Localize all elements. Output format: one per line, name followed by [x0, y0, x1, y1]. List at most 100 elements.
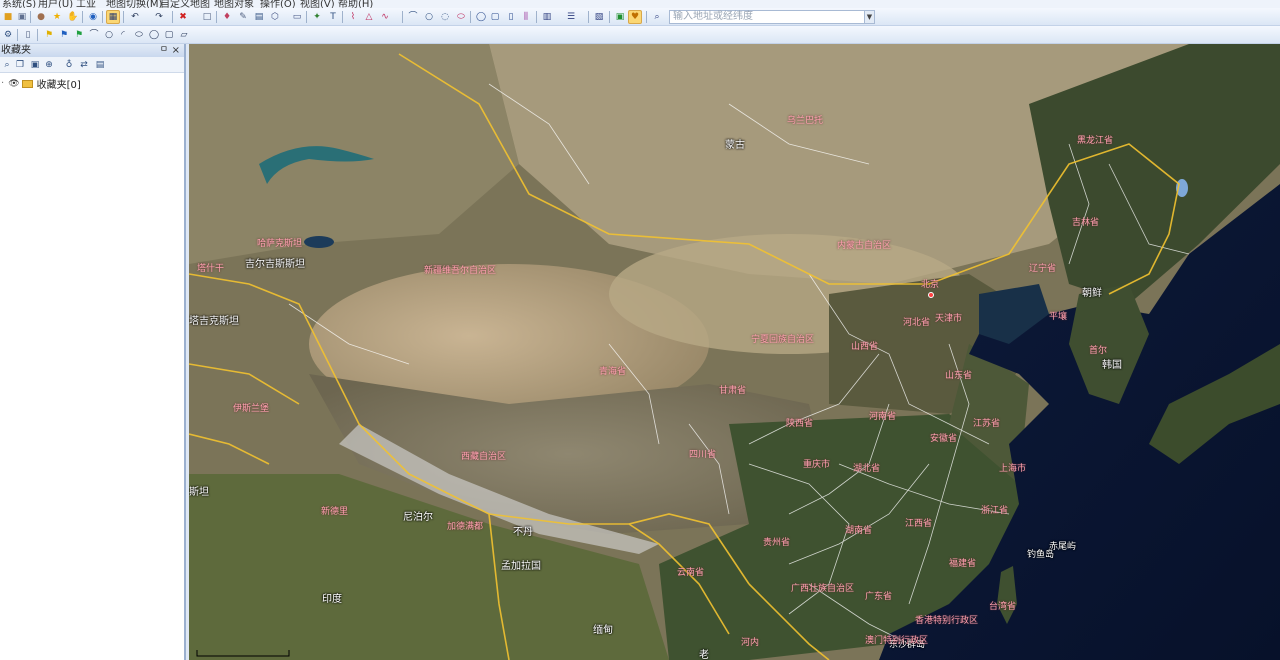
folder-icon — [21, 79, 33, 88]
flag-blue-icon[interactable]: ⚑ — [57, 28, 71, 42]
marker-icon[interactable]: ♦ — [220, 10, 234, 24]
polyline-icon[interactable]: ⌇ — [346, 10, 360, 24]
hand-icon[interactable]: ✋ — [66, 10, 80, 24]
menu-map-object[interactable]: 地图对象 — [214, 0, 254, 8]
layers-icon[interactable]: ▧ — [592, 10, 606, 24]
map-label-region: 福建省 — [949, 559, 977, 569]
map-label-region: 广东省 — [865, 592, 893, 602]
menu-custom-map[interactable]: 自定义地图 — [160, 0, 210, 8]
map-label-region: 湖南省 — [845, 526, 873, 536]
square-icon[interactable]: ▢ — [488, 10, 502, 24]
location-icon[interactable]: ♁ — [63, 59, 75, 71]
map-label-region: 上海市 — [999, 464, 1027, 474]
export-icon[interactable]: ▤ — [94, 59, 106, 71]
map-label-region: 江苏省 — [973, 419, 1001, 429]
arc-icon[interactable]: ⌒ — [406, 10, 420, 24]
favorites-panel: 收藏夹 ㅁ × ⌕ ❐ ▣ ⊕ ♁ ⇄ ▤ · 👁 收藏夹[0] — [0, 44, 186, 660]
camera-icon[interactable]: ▭ — [290, 10, 304, 24]
menu-industry[interactable]: 工业 — [76, 0, 96, 8]
copy-icon[interactable]: ❐ — [14, 59, 26, 71]
rect-icon[interactable]: □ — [200, 10, 214, 24]
map-label-region: 吉林省 — [1072, 218, 1100, 228]
hexagon-icon[interactable]: ⬡ — [268, 10, 282, 24]
square2-icon[interactable]: ▢ — [162, 28, 176, 42]
menu-view[interactable]: 视图(V) — [300, 0, 335, 8]
ellipse2-icon[interactable]: ⬭ — [132, 28, 146, 42]
search-icon[interactable]: ⌕ — [650, 10, 664, 24]
map-label-region: 新德里 — [321, 507, 349, 517]
menu-operation[interactable]: 操作(O) — [260, 0, 296, 8]
tree-expander-icon[interactable]: · — [1, 78, 4, 89]
map-label-region: 河内 — [741, 638, 760, 648]
columns-icon[interactable]: ⫼ — [519, 10, 533, 24]
gear-icon[interactable]: ⚙ — [1, 28, 15, 42]
doc2-icon[interactable]: ▱ — [177, 28, 191, 42]
pencil-icon[interactable]: ✎ — [236, 10, 250, 24]
grid-icon[interactable]: ▦ — [106, 10, 120, 24]
triangle-icon[interactable]: △ — [362, 10, 376, 24]
line-icon[interactable]: ⌒ — [87, 28, 101, 42]
chat-icon[interactable]: ▣ — [613, 10, 627, 24]
save-icon[interactable]: ▣ — [15, 10, 29, 24]
map-label-region: 香港特别行政区 — [915, 616, 979, 626]
menu-map-switch[interactable]: 地图切换(M) — [106, 0, 162, 8]
refresh-icon[interactable]: ⇄ — [78, 59, 90, 71]
map-label-region: 河南省 — [869, 412, 897, 422]
redo-icon[interactable]: ↷ — [152, 10, 166, 24]
map-label-country: 钓鱼岛 — [1027, 550, 1055, 560]
circle-icon[interactable]: ○ — [422, 10, 436, 24]
text-icon[interactable]: T — [326, 10, 340, 24]
pin-icon[interactable]: ✦ — [310, 10, 324, 24]
map-label-region: 台湾省 — [989, 602, 1017, 612]
page-icon[interactable]: ▯ — [21, 28, 35, 42]
map-imagery — [189, 44, 1280, 660]
pin-icon[interactable]: ㅁ — [160, 44, 168, 57]
map-label-country: 塔吉克斯坦 — [189, 316, 239, 327]
flag-green-icon[interactable]: ⚑ — [72, 28, 86, 42]
capital-marker-icon[interactable] — [928, 292, 934, 298]
delete-icon[interactable]: ✖ — [176, 10, 190, 24]
ellipse-icon[interactable]: ⬭ — [454, 10, 468, 24]
circle2-icon[interactable]: ◯ — [474, 10, 488, 24]
print-icon[interactable]: ▤ — [252, 10, 266, 24]
star-icon[interactable]: ★ — [50, 10, 64, 24]
map-label-region: 湖北省 — [853, 464, 881, 474]
main-toolbar: ■ ▣ ● ★ ✋ ◉ ▦ ↶ ↷ ✖ □ ♦ ✎ ▤ ⬡ ▭ ✦ T ⌇ △ … — [0, 8, 1280, 26]
curve-icon[interactable]: ∿ — [378, 10, 392, 24]
list-icon[interactable]: ☰ — [564, 10, 578, 24]
folder-icon[interactable]: ▣ — [29, 59, 41, 71]
open-icon[interactable]: ■ — [1, 10, 15, 24]
flag-yellow-icon[interactable]: ⚑ — [42, 28, 56, 42]
globe-icon[interactable]: ◉ — [86, 10, 100, 24]
menu-help[interactable]: 帮助(H) — [338, 0, 373, 8]
map-label-region: 黑龙江省 — [1077, 136, 1114, 146]
chevron-down-icon[interactable]: ▼ — [864, 11, 874, 23]
menu-user[interactable]: 用户(U) — [38, 0, 73, 8]
target-icon[interactable]: ⊕ — [43, 59, 55, 71]
address-search-input[interactable]: 输入地址或经纬度 ▼ — [669, 10, 875, 24]
map-label-region: 首尔 — [1089, 346, 1108, 356]
arc-left-icon[interactable]: ◜ — [116, 28, 130, 42]
badge-icon[interactable]: ♥ — [628, 10, 642, 24]
menu-system[interactable]: 系统(S) — [2, 0, 36, 8]
eye-icon[interactable]: 👁 — [8, 79, 19, 89]
tree-item-favorites[interactable]: · 👁 收藏夹[0] — [0, 77, 81, 91]
satellite-map[interactable]: 蒙古 吉尔吉斯斯坦 塔吉克斯坦 尼泊尔 不丹 朝鲜 韩国 印度 孟加拉国 缅甸 斯坦老赤尾屿 钓鱼岛东… — [189, 44, 1280, 660]
doc-icon[interactable]: ▯ — [504, 10, 518, 24]
undo-icon[interactable]: ↶ — [128, 10, 142, 24]
search-icon[interactable]: ⌕ — [1, 59, 13, 71]
map-label-region: 西藏自治区 — [461, 452, 507, 462]
close-icon[interactable]: × — [172, 44, 180, 57]
map-label-region: 澳门特别行政区 — [865, 636, 929, 646]
layout-icon[interactable]: ▥ — [540, 10, 554, 24]
circle-outline-icon[interactable]: ○ — [102, 28, 116, 42]
map-label-region: 宁夏回族自治区 — [751, 335, 815, 345]
ring-icon[interactable]: ◌ — [438, 10, 452, 24]
user-icon[interactable]: ● — [34, 10, 48, 24]
map-label-region: 江西省 — [905, 519, 933, 529]
map-label-region: 重庆市 — [803, 460, 831, 470]
ring2-icon[interactable]: ◯ — [147, 28, 161, 42]
panel-title: 收藏夹 — [1, 45, 31, 56]
map-label-region: 浙江省 — [981, 506, 1009, 516]
map-label-country: 尼泊尔 — [403, 512, 433, 523]
